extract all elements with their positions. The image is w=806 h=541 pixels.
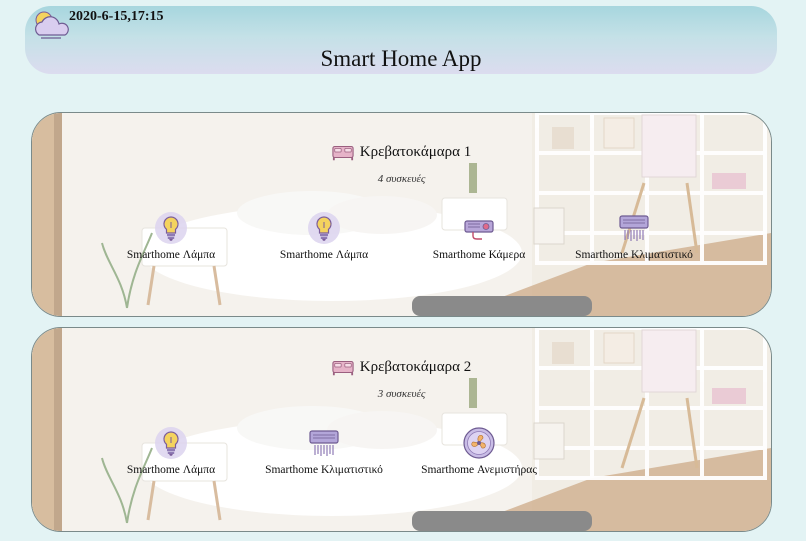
room-card-bedroom-1[interactable]: Κρεβατοκάμαρα 1 4 συσκευές Smarthome Λάμ… xyxy=(31,112,772,317)
air-conditioner-icon xyxy=(617,211,651,245)
device-air-conditioner[interactable]: Smarthome Κλιματιστικό xyxy=(249,426,399,476)
device-label: Smarthome Κλιματιστικό xyxy=(575,249,693,261)
device-lamp[interactable]: Smarthome Λάμπα xyxy=(249,211,399,261)
device-count-label: 3 συσκευές xyxy=(377,388,426,400)
bed-icon xyxy=(332,358,354,376)
device-count-label: 4 συσκευές xyxy=(377,173,426,185)
page-title: Smart Home App xyxy=(320,46,482,71)
air-conditioner-icon xyxy=(307,426,341,460)
room-name-label: Κρεβατοκάμαρα 1 xyxy=(359,143,472,160)
device-label: Smarthome Λάμπα xyxy=(126,249,216,261)
weather-partly-cloudy-icon xyxy=(31,9,71,41)
device-label: Smarthome Κάμερα xyxy=(432,249,526,261)
fan-icon xyxy=(462,426,496,460)
room-title: Κρεβατοκάμαρα 1 xyxy=(332,143,471,161)
lightbulb-icon xyxy=(154,211,188,245)
device-camera[interactable]: Smarthome Κάμερα xyxy=(404,211,554,261)
datetime-label: 2020-6-15,17:15 xyxy=(69,9,164,24)
device-label: Smarthome Λάμπα xyxy=(126,464,216,476)
camera-icon xyxy=(462,211,496,245)
bed-icon xyxy=(332,143,354,161)
device-air-conditioner[interactable]: Smarthome Κλιματιστικό xyxy=(559,211,709,261)
app-header: 2020-6-15,17:15 Smart Home App xyxy=(25,6,777,74)
device-label: Smarthome Ανεμιστήρας xyxy=(421,464,537,476)
lightbulb-icon xyxy=(154,426,188,460)
device-lamp[interactable]: Smarthome Λάμπα xyxy=(96,211,246,261)
room-card-bedroom-2[interactable]: Κρεβατοκάμαρα 2 3 συσκευές Smarthome Λάμ… xyxy=(31,327,772,532)
device-fan[interactable]: Smarthome Ανεμιστήρας xyxy=(404,426,554,476)
device-label: Smarthome Λάμπα xyxy=(279,249,369,261)
room-title: Κρεβατοκάμαρα 2 xyxy=(332,358,471,376)
device-lamp[interactable]: Smarthome Λάμπα xyxy=(96,426,246,476)
device-label: Smarthome Κλιματιστικό xyxy=(265,464,383,476)
room-name-label: Κρεβατοκάμαρα 2 xyxy=(359,358,472,375)
lightbulb-icon xyxy=(307,211,341,245)
